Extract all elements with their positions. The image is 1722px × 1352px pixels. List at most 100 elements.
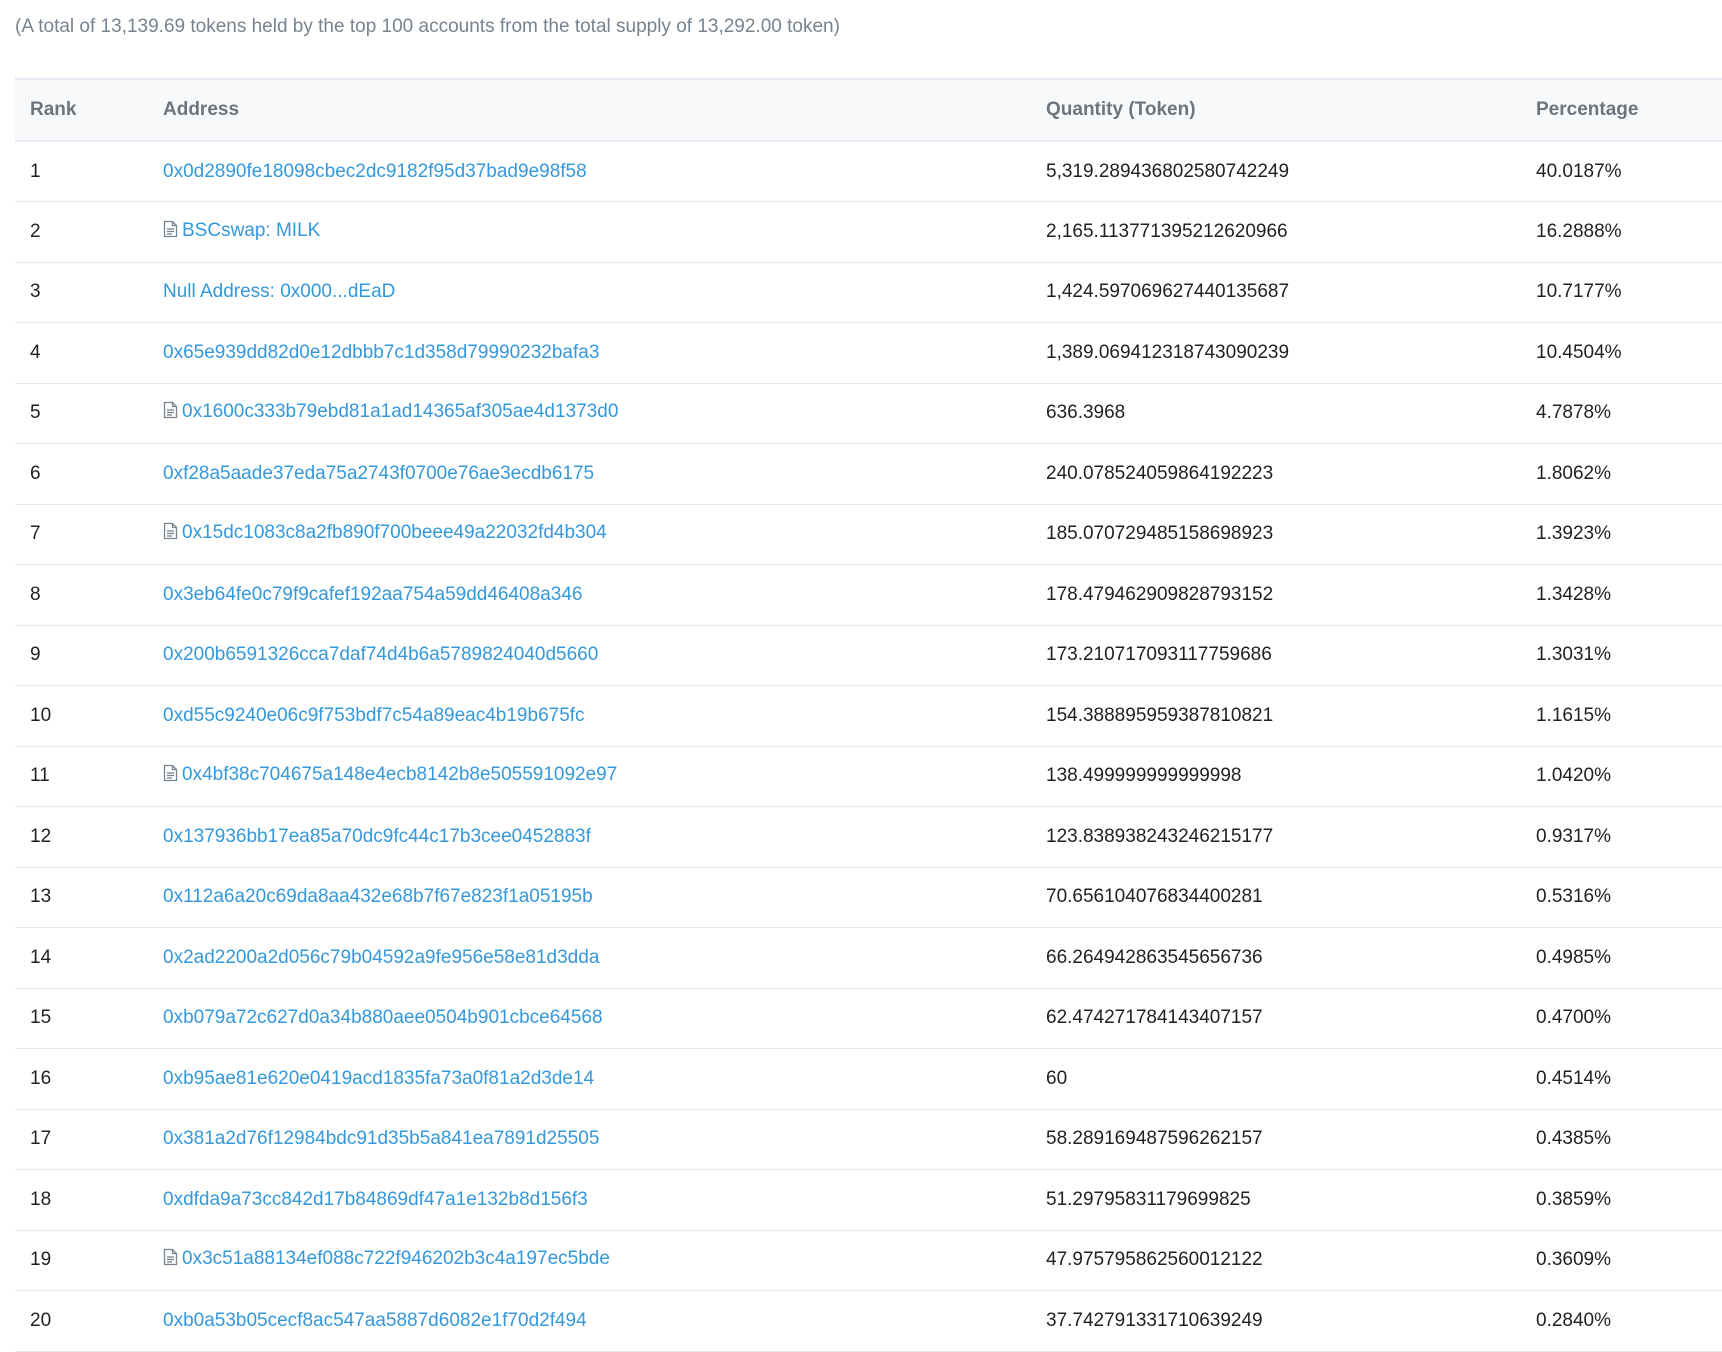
address-cell: 0x3eb64fe0c79f9cafef192aa754a59dd46408a3… [163,564,1046,626]
table-row: 4 0x65e939dd82d0e12dbbb7c1d358d79990232ba… [15,322,1722,384]
holder-address-link[interactable]: 0xdfda9a73cc842d17b84869df47a1e132b8d156… [163,1189,588,1210]
percentage-cell: 0.5316% [1536,867,1722,928]
table-header-row: Rank Address Quantity (Token) Percentage [15,78,1722,142]
table-row: 1 0x0d2890fe18098cbec2dc9182f95d37bad9e98… [15,141,1722,202]
rank-cell: 14 [15,927,163,989]
table-row: 15 0xb079a72c627d0a34b880aee0504b901cbce6… [15,988,1722,1049]
address-cell: 0x4bf38c704675a148e4ecb8142b8e505591092e… [163,746,1046,807]
column-header-address: Address [163,78,1046,142]
file-text-icon [163,522,178,546]
rank-cell: 15 [15,988,163,1049]
address-cell: 0xb079a72c627d0a34b880aee0504b901cbce645… [163,988,1046,1049]
quantity-cell: 154.388895959387810821 [1046,685,1536,747]
rank-cell: 18 [15,1169,163,1231]
rank-cell: 4 [15,322,163,384]
table-row: 17 0x381a2d76f12984bdc91d35b5a841ea7891d2… [15,1109,1722,1170]
quantity-cell: 58.289169487596262157 [1046,1109,1536,1170]
percentage-cell: 1.0420% [1536,746,1722,807]
table-row: 8 0x3eb64fe0c79f9cafef192aa754a59dd46408a… [15,564,1722,626]
token-holders-table: Rank Address Quantity (Token) Percentage… [15,78,1722,1352]
holder-address-link[interactable]: 0x2ad2200a2d056c79b04592a9fe956e58e81d3d… [163,947,599,968]
address-cell: 0xd55c9240e06c9f753bdf7c54a89eac4b19b675… [163,685,1046,747]
table-row: 2 BSCswap: MILK 2,165.113771395212620966 16… [15,201,1722,263]
table-row: 7 0x15dc1083c8a2fb890f700beee49a22032fd4b… [15,504,1722,565]
address-cell: 0x112a6a20c69da8aa432e68b7f67e823f1a0519… [163,867,1046,928]
address-cell: 0xb0a53b05cecf8ac547aa5887d6082e1f70d2f4… [163,1290,1046,1352]
address-cell: 0x0d2890fe18098cbec2dc9182f95d37bad9e98f… [163,141,1046,202]
holder-address-link[interactable]: 0x1600c333b79ebd81a1ad14365af305ae4d1373… [182,401,618,422]
holder-address-link[interactable]: 0xf28a5aade37eda75a2743f0700e76ae3ecdb61… [163,463,594,484]
file-text-icon [163,220,178,244]
holder-address-link[interactable]: 0x0d2890fe18098cbec2dc9182f95d37bad9e98f… [163,161,587,182]
percentage-cell: 1.8062% [1536,443,1722,505]
quantity-cell: 178.479462909828793152 [1046,564,1536,626]
table-row: 11 0x4bf38c704675a148e4ecb8142b8e50559109… [15,746,1722,807]
rank-cell: 16 [15,1048,163,1110]
address-cell: 0x137936bb17ea85a70dc9fc44c17b3cee045288… [163,806,1046,868]
holder-address-link[interactable]: Null Address: 0x000...dEaD [163,281,395,302]
percentage-cell: 10.7177% [1536,262,1722,323]
table-row: 3 Null Address: 0x000...dEaD 1,424.5970696… [15,262,1722,323]
holder-address-link[interactable]: BSCswap: MILK [182,220,320,241]
holder-address-link[interactable]: 0x3eb64fe0c79f9cafef192aa754a59dd46408a3… [163,584,582,605]
holder-address-link[interactable]: 0x15dc1083c8a2fb890f700beee49a22032fd4b3… [182,522,607,543]
address-cell: BSCswap: MILK [163,201,1046,263]
quantity-cell: 5,319.289436802580742249 [1046,141,1536,202]
address-cell: 0x3c51a88134ef088c722f946202b3c4a197ec5b… [163,1230,1046,1291]
percentage-cell: 1.3031% [1536,625,1722,686]
holder-address-link[interactable]: 0x3c51a88134ef088c722f946202b3c4a197ec5b… [182,1248,610,1269]
table-row: 18 0xdfda9a73cc842d17b84869df47a1e132b8d1… [15,1169,1722,1231]
rank-cell: 10 [15,685,163,747]
address-cell: 0x65e939dd82d0e12dbbb7c1d358d79990232baf… [163,322,1046,384]
quantity-cell: 185.070729485158698923 [1046,504,1536,565]
table-row: 5 0x1600c333b79ebd81a1ad14365af305ae4d137… [15,383,1722,444]
address-cell: Null Address: 0x000...dEaD [163,262,1046,323]
quantity-cell: 138.499999999999998 [1046,746,1536,807]
quantity-cell: 66.264942863545656736 [1046,927,1536,989]
percentage-cell: 40.0187% [1536,141,1722,202]
percentage-cell: 0.2840% [1536,1290,1722,1352]
column-header-percentage: Percentage [1536,78,1722,142]
holder-address-link[interactable]: 0x137936bb17ea85a70dc9fc44c17b3cee045288… [163,826,591,847]
holder-address-link[interactable]: 0x112a6a20c69da8aa432e68b7f67e823f1a0519… [163,886,593,907]
holder-address-link[interactable]: 0xb95ae81e620e0419acd1835fa73a0f81a2d3de… [163,1068,594,1089]
holder-address-link[interactable]: 0x381a2d76f12984bdc91d35b5a841ea7891d255… [163,1128,599,1149]
rank-cell: 6 [15,443,163,505]
rank-cell: 2 [15,201,163,263]
rank-cell: 20 [15,1290,163,1352]
percentage-cell: 0.9317% [1536,806,1722,868]
address-cell: 0x1600c333b79ebd81a1ad14365af305ae4d1373… [163,383,1046,444]
table-row: 10 0xd55c9240e06c9f753bdf7c54a89eac4b19b6… [15,685,1722,747]
holder-address-link[interactable]: 0xb079a72c627d0a34b880aee0504b901cbce645… [163,1007,603,1028]
table-row: 6 0xf28a5aade37eda75a2743f0700e76ae3ecdb6… [15,443,1722,505]
holders-summary: (A total of 13,139.69 tokens held by the… [15,16,840,37]
holder-address-link[interactable]: 0xb0a53b05cecf8ac547aa5887d6082e1f70d2f4… [163,1310,587,1331]
quantity-cell: 62.474271784143407157 [1046,988,1536,1049]
holder-address-link[interactable]: 0x65e939dd82d0e12dbbb7c1d358d79990232baf… [163,342,599,363]
rank-cell: 7 [15,504,163,565]
file-text-icon [163,1248,178,1272]
table-row: 12 0x137936bb17ea85a70dc9fc44c17b3cee0452… [15,806,1722,868]
holder-address-link[interactable]: 0x4bf38c704675a148e4ecb8142b8e505591092e… [182,764,617,785]
quantity-cell: 636.3968 [1046,383,1536,444]
address-cell: 0x2ad2200a2d056c79b04592a9fe956e58e81d3d… [163,927,1046,989]
percentage-cell: 0.4385% [1536,1109,1722,1170]
percentage-cell: 0.3859% [1536,1169,1722,1231]
address-cell: 0x381a2d76f12984bdc91d35b5a841ea7891d255… [163,1109,1046,1170]
table-row: 13 0x112a6a20c69da8aa432e68b7f67e823f1a05… [15,867,1722,928]
quantity-cell: 2,165.113771395212620966 [1046,201,1536,263]
rank-cell: 17 [15,1109,163,1170]
holder-address-link[interactable]: 0x200b6591326cca7daf74d4b6a5789824040d56… [163,644,598,665]
rank-cell: 8 [15,564,163,626]
file-text-icon [163,401,178,425]
percentage-cell: 0.3609% [1536,1230,1722,1291]
rank-cell: 1 [15,141,163,202]
column-header-rank: Rank [15,78,163,142]
table-row: 9 0x200b6591326cca7daf74d4b6a5789824040d5… [15,625,1722,686]
percentage-cell: 4.7878% [1536,383,1722,444]
percentage-cell: 1.3428% [1536,564,1722,626]
rank-cell: 11 [15,746,163,807]
file-text-icon [163,764,178,788]
holder-address-link[interactable]: 0xd55c9240e06c9f753bdf7c54a89eac4b19b675… [163,705,585,726]
quantity-cell: 60 [1046,1048,1536,1110]
